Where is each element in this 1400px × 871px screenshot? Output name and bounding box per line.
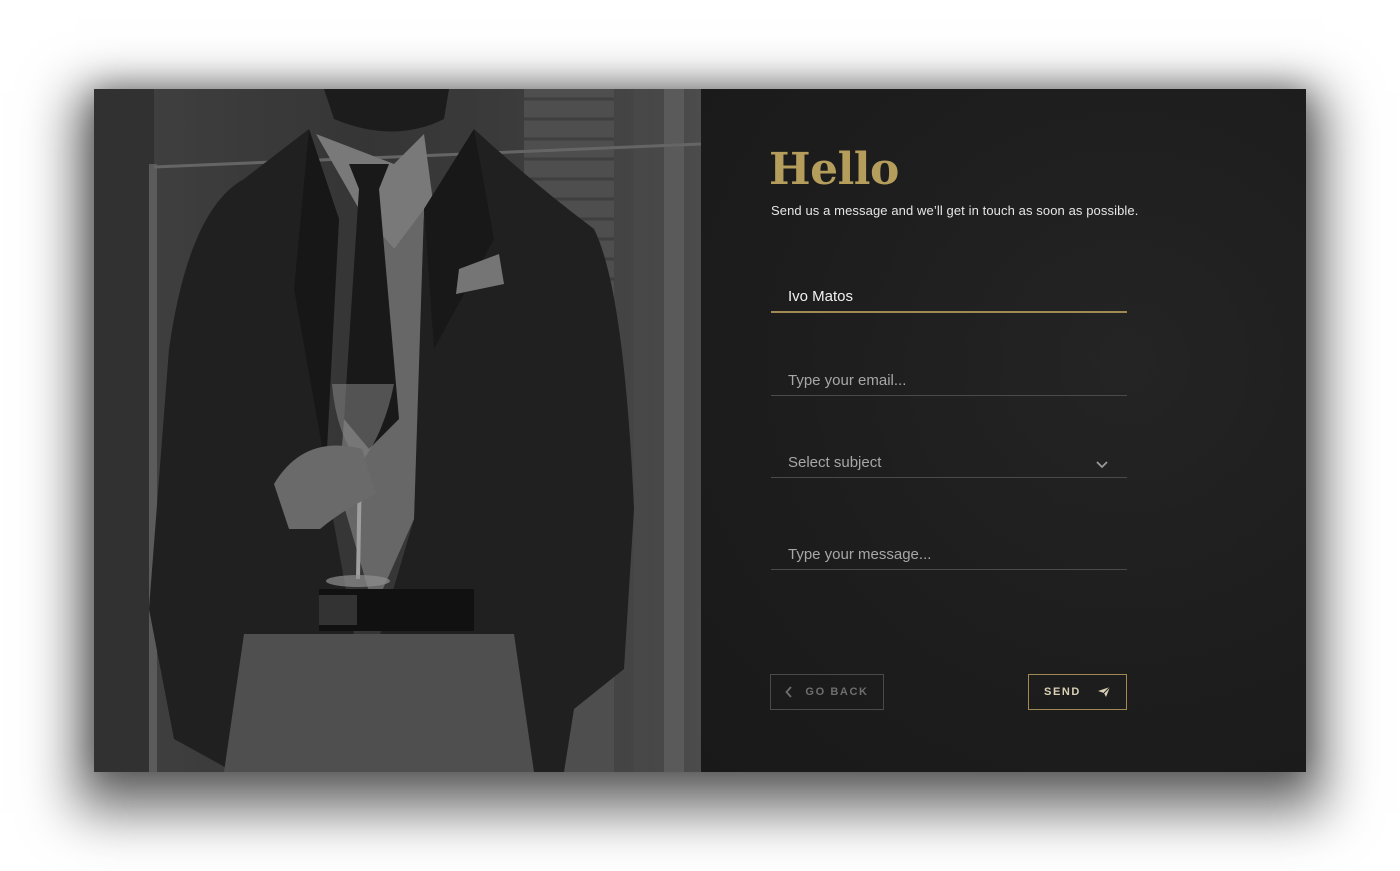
send-label: SEND <box>1044 686 1081 698</box>
name-field-value[interactable]: Ivo Matos <box>788 288 853 305</box>
chevron-down-icon[interactable] <box>1095 459 1109 469</box>
email-field[interactable]: Type your email... <box>771 358 1127 396</box>
contact-card: Hello Send us a message and we’ll get in… <box>94 89 1306 772</box>
go-back-label: GO BACK <box>805 686 869 698</box>
subject-select[interactable]: Select subject <box>771 440 1127 478</box>
name-field[interactable]: Ivo Matos <box>771 275 1127 313</box>
go-back-button[interactable]: GO BACK <box>770 674 884 710</box>
subject-select-value[interactable]: Select subject <box>788 454 881 471</box>
chevron-left-icon <box>785 686 793 698</box>
contact-form-panel: Hello Send us a message and we’ll get in… <box>701 89 1306 772</box>
paper-plane-icon <box>1097 686 1111 697</box>
message-field-placeholder[interactable]: Type your message... <box>788 546 931 563</box>
email-field-placeholder[interactable]: Type your email... <box>788 372 906 389</box>
hero-photo <box>94 89 701 772</box>
page: Hello Send us a message and we’ll get in… <box>0 0 1400 871</box>
page-subtitle: Send us a message and we’ll get in touch… <box>771 203 1139 218</box>
man-with-wine-glass-illustration <box>94 89 701 772</box>
send-button[interactable]: SEND <box>1028 674 1127 710</box>
message-field[interactable]: Type your message... <box>771 532 1127 570</box>
page-title: Hello <box>769 144 899 195</box>
